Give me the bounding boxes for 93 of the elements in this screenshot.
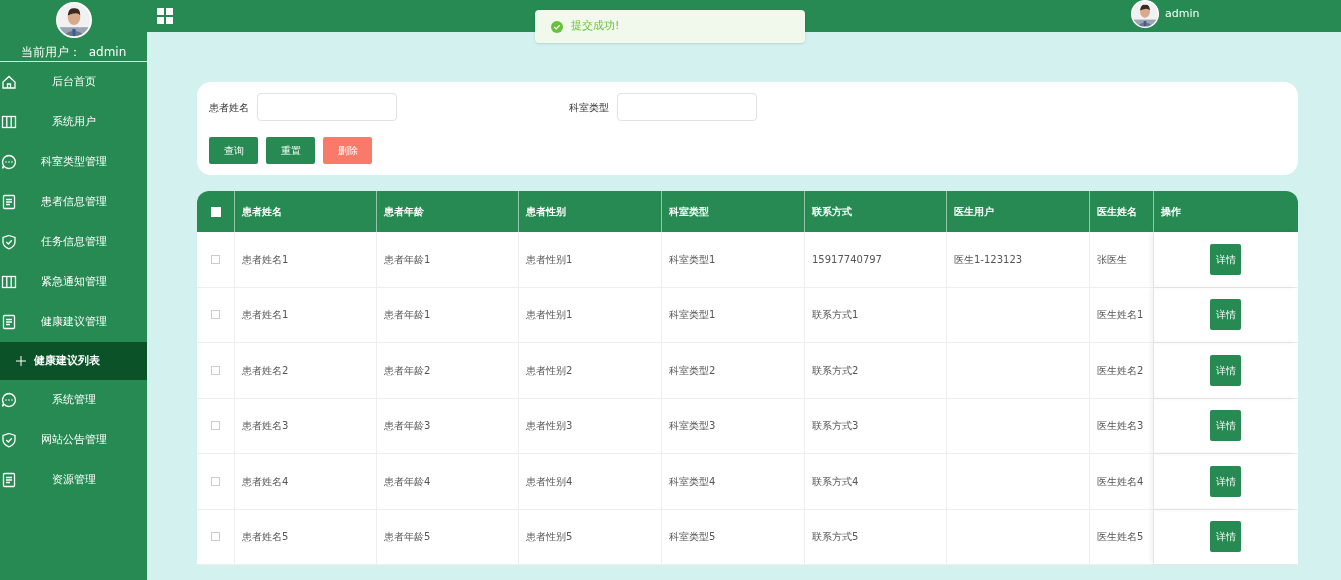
columns-icon [0, 273, 18, 291]
table-cell-text: 医生姓名1 [1097, 308, 1144, 323]
table-cell-text: 患者年龄3 [384, 419, 431, 434]
table-cell-text: 科室类型2 [669, 363, 716, 378]
sidebar-item[interactable]: 资源管理 [0, 460, 147, 500]
table-cell-text: 15917740797 [812, 252, 882, 267]
table-cell-text: 患者姓名1 [242, 308, 289, 323]
column-header[interactable]: 患者年龄 [384, 204, 424, 219]
shield-icon [0, 233, 18, 251]
document-icon [0, 193, 18, 211]
success-toast: 提交成功! [535, 10, 805, 43]
table-cell-text: 医生姓名2 [1097, 363, 1144, 378]
table-cell-text: 患者姓名3 [242, 419, 289, 434]
checkbox[interactable] [211, 421, 220, 431]
table-cell-text: 医生姓名3 [1097, 419, 1144, 434]
checkbox[interactable] [211, 310, 220, 320]
chat-icon [0, 391, 18, 409]
table-cell-text: 张医生 [1097, 252, 1127, 267]
table-cell-text: 患者年龄5 [384, 530, 431, 545]
sidebar-subitem[interactable]: 健康建议列表 [0, 342, 147, 380]
table-cell-text: 患者性别1 [526, 252, 573, 267]
table-cell-text: 患者性别3 [526, 419, 573, 434]
checkbox[interactable] [210, 206, 221, 217]
column-header[interactable]: 患者性别 [526, 204, 566, 219]
table-cell-text: 患者年龄2 [384, 363, 431, 378]
details-button[interactable]: 详情 [1210, 299, 1241, 331]
chat-icon [0, 153, 18, 171]
table-cell-text: 科室类型3 [669, 419, 716, 434]
table-cell-text: 联系方式4 [812, 474, 859, 489]
table-cell-text: 科室类型1 [669, 252, 716, 267]
sidebar-item[interactable]: 紧急通知管理 [0, 262, 147, 302]
plus-icon [16, 356, 26, 366]
table-cell-text: 联系方式2 [812, 363, 859, 378]
action-button[interactable]: 重置 [266, 137, 315, 164]
document-icon [0, 471, 18, 489]
checkbox[interactable] [211, 254, 220, 264]
action-button[interactable]: 查询 [209, 137, 258, 164]
column-header[interactable]: 科室类型 [669, 204, 709, 219]
document-icon [0, 313, 18, 331]
table-cell-text: 患者姓名5 [242, 530, 289, 545]
details-button[interactable]: 详情 [1210, 410, 1241, 442]
check-icon [551, 20, 563, 33]
shield-icon [0, 431, 18, 449]
details-button[interactable]: 详情 [1210, 354, 1241, 386]
sidebar-item[interactable]: 健康建议管理 [0, 302, 147, 342]
checkbox[interactable] [211, 365, 220, 375]
input-field[interactable] [617, 93, 757, 121]
details-button[interactable]: 详情 [1210, 243, 1241, 275]
table-cell-text: 患者性别2 [526, 363, 573, 378]
sidebar-item[interactable]: 系统用户 [0, 102, 147, 142]
column-header[interactable]: 患者姓名 [242, 204, 282, 219]
sidebar-item[interactable]: 后台首页 [0, 62, 147, 102]
table-cell-text: 科室类型1 [669, 308, 716, 323]
grid-icon[interactable] [157, 8, 173, 24]
current-user-name: admin [88, 44, 127, 61]
sidebar-item[interactable]: 任务信息管理 [0, 222, 147, 262]
table-cell-text: 患者性别4 [526, 474, 573, 489]
home-icon [0, 73, 18, 91]
column-header[interactable]: 操作 [1161, 204, 1181, 219]
table-cell-text: 联系方式5 [812, 530, 859, 545]
table-cell-text: 患者姓名1 [242, 252, 289, 267]
checkbox[interactable] [211, 532, 220, 542]
table-cell-text: 患者姓名4 [242, 474, 289, 489]
table-cell-text: 科室类型5 [669, 530, 716, 545]
table-cell-text: 医生1-123123 [954, 252, 1023, 267]
table-cell-text: 医生姓名4 [1097, 474, 1144, 489]
table-cell-text: 医生姓名5 [1097, 530, 1144, 545]
table-cell-text: 科室类型4 [669, 474, 716, 489]
details-button[interactable]: 详情 [1210, 521, 1241, 553]
sidebar-item[interactable]: 网站公告管理 [0, 420, 147, 460]
column-header[interactable]: 医生姓名 [1097, 204, 1137, 219]
table-cell-text: 患者性别5 [526, 530, 573, 545]
table-cell-text: 联系方式3 [812, 419, 859, 434]
field-label: 患者姓名 [209, 100, 249, 115]
column-header[interactable]: 联系方式 [812, 204, 852, 219]
action-button[interactable]: 删除 [323, 137, 372, 164]
details-button[interactable]: 详情 [1210, 465, 1241, 497]
checkbox[interactable] [211, 476, 220, 486]
column-header[interactable]: 医生用户 [954, 204, 994, 219]
sidebar-item[interactable]: 患者信息管理 [0, 182, 147, 222]
user-name[interactable]: admin [1165, 5, 1200, 23]
input-field[interactable] [257, 93, 397, 121]
sidebar-item[interactable]: 系统管理 [0, 380, 147, 420]
table-cell-text: 患者年龄1 [384, 252, 431, 267]
table-cell-text: 联系方式1 [812, 308, 859, 323]
table-cell-text: 患者年龄4 [384, 474, 431, 489]
current-user-label: 当前用户： [20, 44, 81, 61]
field-label: 科室类型 [569, 100, 609, 115]
sidebar-item[interactable]: 科室类型管理 [0, 142, 147, 182]
table-cell-text: 患者年龄1 [384, 308, 431, 323]
columns-icon [0, 113, 18, 131]
table-cell-text: 患者姓名2 [242, 363, 289, 378]
table-cell-text: 患者性别1 [526, 308, 573, 323]
